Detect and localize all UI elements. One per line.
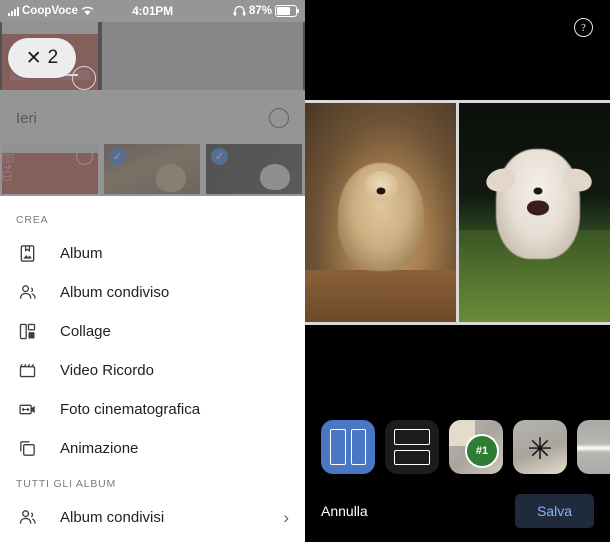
help-icon[interactable]: ?: [574, 18, 593, 37]
layout-glyph: [330, 429, 366, 465]
status-bar-right: 87%: [233, 5, 299, 17]
starburst-icon: ✳: [527, 433, 553, 467]
people-icon: [16, 282, 38, 304]
thumbnail-dog-white[interactable]: ✓: [206, 144, 302, 194]
menu-item-label: Album: [60, 245, 103, 262]
picker-date-label: Ieri: [16, 109, 37, 127]
section-header-crea: CREA: [16, 214, 49, 226]
template-stripe[interactable]: [577, 420, 610, 474]
photo-detail-nose: [376, 187, 385, 195]
battery-percent-label: 87%: [248, 5, 272, 17]
picker-empty-area: [102, 22, 303, 90]
thumbnail-dog-brown[interactable]: ✓: [104, 144, 200, 194]
menu-item-label: Album condivisi: [60, 509, 165, 526]
thumbnail-strip: ✓ ✓: [0, 144, 305, 194]
menu-item-video-ricordo[interactable]: Video Ricordo: [0, 351, 305, 390]
photo-dog-white[interactable]: [459, 103, 610, 322]
menu-item-album-condiviso[interactable]: Album condiviso: [0, 273, 305, 312]
headphones-icon: [233, 6, 246, 16]
photo-detail-rock: [305, 270, 456, 322]
editor-action-bar: Annulla Salva: [305, 480, 610, 542]
people-icon: [16, 507, 38, 529]
collage-icon: [16, 321, 38, 343]
annotation-ring: [72, 66, 96, 90]
photo-dog-brown[interactable]: [305, 103, 456, 322]
menu-item-label: Animazione: [60, 440, 139, 457]
close-icon: ✕: [25, 47, 42, 69]
thumbnail-red-card[interactable]: [2, 144, 98, 194]
app-screen: CoopVoce 4:01PM 87% Ieri ✓ ✓ ✕ 2 CREA Al…: [0, 0, 610, 542]
layers-icon: [16, 438, 38, 460]
create-menu: CREA Album Album condiviso Collage Video…: [0, 196, 305, 537]
cancel-button[interactable]: Annulla: [321, 503, 368, 519]
menu-item-foto-cinematografica[interactable]: Foto cinematografica: [0, 390, 305, 429]
section-header-tutti-gli-album: TUTTI GLI ALBUM: [16, 478, 117, 490]
collage-editor-panel: ? #1 ✳ Annulla Salva: [305, 0, 610, 542]
cinematic-camera-icon: [16, 399, 38, 421]
template-number-one[interactable]: #1: [449, 420, 503, 474]
layout-two-rows[interactable]: [385, 420, 439, 474]
menu-item-label: Video Ricordo: [60, 362, 154, 379]
template-starburst[interactable]: ✳: [513, 420, 567, 474]
layout-option-strip: #1 ✳: [305, 420, 610, 474]
photo-detail-mouth: [526, 200, 549, 216]
rank-badge: #1: [465, 434, 499, 468]
check-icon[interactable]: ✓: [109, 148, 126, 165]
layout-glyph: [394, 429, 430, 465]
battery-icon: [275, 5, 299, 17]
menu-item-collage[interactable]: Collage: [0, 312, 305, 351]
clapperboard-icon: [16, 360, 38, 382]
annotation-count: 2: [47, 47, 59, 68]
picker-date-row: Ieri: [0, 90, 305, 144]
red-card-header: [2, 22, 98, 34]
editor-top-bar: ?: [305, 0, 610, 100]
collage-preview[interactable]: [305, 100, 610, 325]
menu-item-label: Foto cinematografica: [60, 401, 201, 418]
left-panel: CoopVoce 4:01PM 87% Ieri ✓ ✓ ✕ 2 CREA Al…: [0, 0, 305, 542]
photo-picker: Ieri ✓ ✓ ✕ 2: [0, 22, 305, 196]
layout-two-columns[interactable]: [321, 420, 375, 474]
check-icon[interactable]: ✓: [211, 148, 228, 165]
menu-item-album[interactable]: Album: [0, 234, 305, 273]
menu-item-label: Collage: [60, 323, 111, 340]
menu-item-album-condivisi[interactable]: Album condivisi ›: [0, 498, 305, 537]
annotation-badge: ✕ 2: [8, 38, 76, 78]
circle-unselected-icon[interactable]: [76, 148, 93, 165]
status-bar: CoopVoce 4:01PM 87%: [0, 0, 305, 22]
chevron-right-icon[interactable]: ›: [283, 509, 289, 526]
menu-item-animazione[interactable]: Animazione: [0, 429, 305, 468]
circle-unselected-icon[interactable]: [269, 108, 289, 128]
album-icon: [16, 243, 38, 265]
photo-detail-nose: [533, 187, 543, 195]
menu-item-label: Album condiviso: [60, 284, 170, 301]
save-button[interactable]: Salva: [514, 494, 594, 528]
